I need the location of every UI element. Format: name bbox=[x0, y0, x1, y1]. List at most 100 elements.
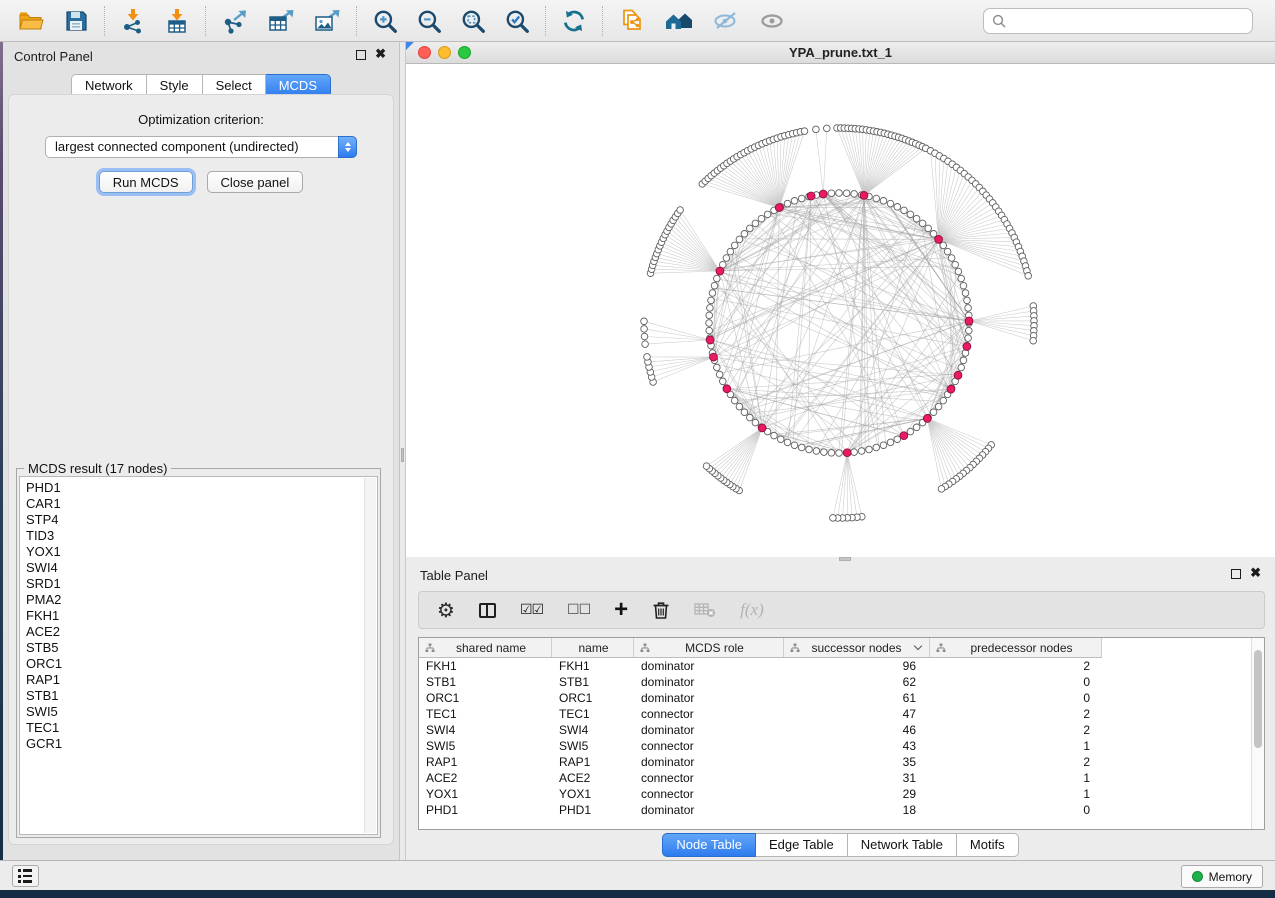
close-panel-button-mcds[interactable]: Close panel bbox=[207, 171, 304, 193]
zoom-out-button[interactable] bbox=[410, 4, 448, 38]
graph-satellite-node[interactable] bbox=[641, 318, 648, 325]
graph-ring-node[interactable] bbox=[798, 444, 805, 451]
zoom-in-button[interactable] bbox=[366, 4, 404, 38]
table-scrollbar-thumb[interactable] bbox=[1254, 650, 1262, 748]
zoom-fit-button[interactable] bbox=[454, 4, 492, 38]
graph-satellite-node[interactable] bbox=[703, 463, 710, 470]
show-panel-button[interactable] bbox=[752, 4, 792, 38]
graph-hub-node[interactable] bbox=[947, 385, 955, 393]
graph-hub-node[interactable] bbox=[723, 385, 731, 393]
mcds-result-item[interactable]: TID3 bbox=[20, 528, 363, 544]
graph-ring-node[interactable] bbox=[858, 448, 865, 455]
graph-ring-node[interactable] bbox=[747, 225, 754, 232]
graph-ring-node[interactable] bbox=[752, 220, 759, 227]
graph-ring-node[interactable] bbox=[919, 220, 926, 227]
float-table-panel-button[interactable] bbox=[1231, 569, 1241, 579]
graph-ring-node[interactable] bbox=[887, 200, 894, 207]
minimize-window-button[interactable] bbox=[438, 46, 451, 59]
graph-ring-node[interactable] bbox=[965, 335, 972, 342]
delete-column-button[interactable] bbox=[652, 600, 670, 620]
network-canvas[interactable] bbox=[406, 64, 1275, 557]
table-scrollbar[interactable] bbox=[1251, 638, 1264, 829]
graph-ring-node[interactable] bbox=[930, 409, 937, 416]
graph-ring-node[interactable] bbox=[706, 320, 713, 327]
open-file-button[interactable] bbox=[11, 4, 51, 38]
divider-grip-icon[interactable] bbox=[401, 448, 404, 462]
table-row[interactable]: ORC1ORC1dominator610 bbox=[419, 690, 1250, 706]
table-row[interactable]: ACE2ACE2connector311 bbox=[419, 770, 1250, 786]
graph-ring-node[interactable] bbox=[960, 282, 967, 289]
export-network-button[interactable] bbox=[215, 4, 255, 38]
graph-hub-node[interactable] bbox=[860, 192, 868, 200]
graph-ring-node[interactable] bbox=[851, 191, 858, 198]
graph-ring-node[interactable] bbox=[731, 397, 738, 404]
search-input[interactable] bbox=[1013, 13, 1244, 30]
graph-ring-node[interactable] bbox=[821, 449, 828, 456]
graph-ring-node[interactable] bbox=[723, 255, 730, 262]
graph-ring-node[interactable] bbox=[777, 436, 784, 443]
graph-ring-node[interactable] bbox=[925, 225, 932, 232]
graph-hub-node[interactable] bbox=[706, 336, 714, 344]
graph-ring-node[interactable] bbox=[880, 442, 887, 449]
mcds-result-item[interactable]: SRD1 bbox=[20, 576, 363, 592]
table-row[interactable]: STB1STB1dominator620 bbox=[419, 674, 1250, 690]
graph-ring-node[interactable] bbox=[935, 403, 942, 410]
graph-hub-node[interactable] bbox=[965, 317, 973, 325]
mcds-result-item[interactable]: RAP1 bbox=[20, 672, 363, 688]
graph-satellite-node[interactable] bbox=[641, 333, 648, 340]
graph-ring-node[interactable] bbox=[707, 305, 714, 312]
mcds-result-item[interactable]: CAR1 bbox=[20, 496, 363, 512]
graph-ring-node[interactable] bbox=[706, 312, 713, 319]
close-window-button[interactable] bbox=[418, 46, 431, 59]
deselect-all-columns-button[interactable]: ☐☐ bbox=[567, 602, 590, 618]
graph-satellite-node[interactable] bbox=[813, 126, 820, 133]
mcds-result-item[interactable]: ORC1 bbox=[20, 656, 363, 672]
graph-ring-node[interactable] bbox=[711, 282, 718, 289]
graph-hub-node[interactable] bbox=[758, 424, 766, 432]
graph-ring-node[interactable] bbox=[716, 371, 723, 378]
table-row[interactable]: FKH1FKH1dominator962 bbox=[419, 658, 1250, 674]
graph-ring-node[interactable] bbox=[828, 450, 835, 457]
graph-ring-node[interactable] bbox=[731, 242, 738, 249]
graph-satellite-node[interactable] bbox=[824, 125, 831, 132]
graph-ring-node[interactable] bbox=[741, 409, 748, 416]
graph-satellite-node[interactable] bbox=[1025, 273, 1032, 280]
mcds-result-item[interactable]: TEC1 bbox=[20, 720, 363, 736]
graph-ring-node[interactable] bbox=[813, 448, 820, 455]
graph-ring-node[interactable] bbox=[880, 198, 887, 205]
mcds-result-item[interactable]: YOX1 bbox=[20, 544, 363, 560]
column-header-successor-nodes[interactable]: successor nodes bbox=[784, 638, 930, 657]
mcds-result-item[interactable]: GCR1 bbox=[20, 736, 363, 752]
memory-button[interactable]: Memory bbox=[1181, 865, 1263, 888]
graph-ring-node[interactable] bbox=[708, 297, 715, 304]
graph-ring-node[interactable] bbox=[784, 200, 791, 207]
graph-ring-node[interactable] bbox=[964, 297, 971, 304]
graph-ring-node[interactable] bbox=[836, 190, 843, 197]
graph-satellite-node[interactable] bbox=[830, 515, 837, 522]
mcds-result-item[interactable]: STB1 bbox=[20, 688, 363, 704]
graph-ring-node[interactable] bbox=[958, 364, 965, 371]
close-table-panel-button[interactable]: ✖ bbox=[1250, 566, 1261, 580]
graph-hub-node[interactable] bbox=[710, 353, 718, 361]
graph-ring-node[interactable] bbox=[901, 207, 908, 214]
graph-satellite-node[interactable] bbox=[644, 354, 651, 361]
graph-ring-node[interactable] bbox=[798, 195, 805, 202]
graph-ring-node[interactable] bbox=[873, 195, 880, 202]
mcds-result-item[interactable]: SWI5 bbox=[20, 704, 363, 720]
graph-ring-node[interactable] bbox=[913, 215, 920, 222]
mcds-result-item[interactable]: PMA2 bbox=[20, 592, 363, 608]
graph-hub-node[interactable] bbox=[935, 236, 943, 244]
graph-ring-node[interactable] bbox=[913, 424, 920, 431]
column-header-predecessor-nodes[interactable]: predecessor nodes bbox=[930, 638, 1102, 657]
graph-ring-node[interactable] bbox=[965, 305, 972, 312]
criterion-dropdown[interactable]: largest connected component (undirected) bbox=[45, 136, 357, 158]
table-row[interactable]: TEC1TEC1connector472 bbox=[419, 706, 1250, 722]
close-panel-button[interactable]: ✖ bbox=[375, 47, 386, 61]
graph-ring-node[interactable] bbox=[851, 449, 858, 456]
graph-ring-node[interactable] bbox=[960, 357, 967, 364]
graph-satellite-node[interactable] bbox=[1030, 337, 1037, 344]
graph-ring-node[interactable] bbox=[706, 327, 713, 334]
tab-node-table[interactable]: Node Table bbox=[662, 833, 756, 857]
delete-table-button[interactable] bbox=[694, 601, 716, 619]
graph-ring-node[interactable] bbox=[736, 236, 743, 243]
